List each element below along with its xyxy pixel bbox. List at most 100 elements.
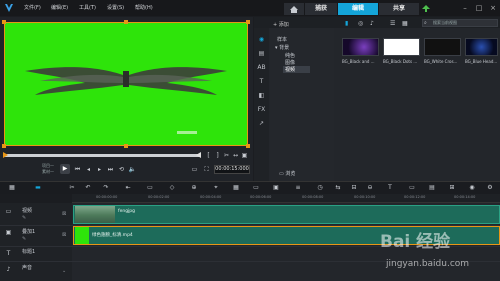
- tree-item-color[interactable]: 纯色: [285, 52, 295, 59]
- resize-handle[interactable]: [124, 20, 128, 24]
- trim-tool-icon[interactable]: ⇤: [124, 184, 132, 192]
- clip-mode-label[interactable]: 素材—: [42, 169, 54, 175]
- pan-zoom-icon[interactable]: ⌖: [212, 184, 220, 192]
- track-collapse-icon[interactable]: ⌄: [62, 268, 66, 274]
- trim-out-icon[interactable]: [196, 152, 201, 158]
- library-thumbnail[interactable]: [342, 38, 379, 56]
- tab-edit[interactable]: 编辑: [338, 3, 378, 15]
- skip-end-icon[interactable]: ⏭: [106, 165, 115, 174]
- menu-settings[interactable]: 设置(S): [107, 4, 124, 11]
- redo-icon[interactable]: ↷: [102, 184, 110, 192]
- video-filter-icon[interactable]: ▮: [345, 20, 353, 27]
- mask-icon[interactable]: ⊕: [190, 184, 198, 192]
- search-input[interactable]: 搜索当前视图: [422, 19, 498, 27]
- step-forward-icon[interactable]: ▸: [95, 165, 104, 174]
- menu-tools[interactable]: 工具(T): [79, 4, 96, 11]
- path-icon[interactable]: ↗: [257, 120, 266, 128]
- add-button[interactable]: + 添加: [273, 21, 289, 28]
- resize-handle[interactable]: [124, 144, 128, 148]
- track-mute-icon[interactable]: ⊠: [62, 211, 66, 217]
- chapter-icon[interactable]: ⇆: [334, 184, 342, 192]
- menu-help[interactable]: 帮助(H): [135, 4, 153, 11]
- minimize-icon[interactable]: –: [460, 3, 470, 13]
- scrubber-bar[interactable]: [3, 154, 201, 157]
- hd-icon[interactable]: ▭: [190, 165, 199, 174]
- timecode-display[interactable]: 00:00:15:000: [214, 165, 250, 174]
- menu-edit[interactable]: 编辑(E): [51, 4, 68, 11]
- resize-handle[interactable]: [2, 144, 6, 148]
- preview-canvas[interactable]: [4, 22, 248, 146]
- tab-capture[interactable]: 捕获: [305, 3, 337, 15]
- speed-icon[interactable]: ◷: [316, 184, 324, 192]
- marker-icon[interactable]: ⊟: [350, 184, 358, 192]
- mark-in-icon[interactable]: [: [204, 151, 213, 160]
- filter-icon[interactable]: FX: [257, 106, 266, 114]
- undo-icon[interactable]: ↶: [84, 184, 92, 192]
- track-edit-icon[interactable]: ✎: [22, 236, 26, 242]
- fit-icon[interactable]: ▣: [240, 151, 249, 160]
- volume-icon[interactable]: 🔈: [128, 165, 137, 174]
- transition-icon[interactable]: AB: [257, 64, 266, 72]
- render-icon[interactable]: ◉: [468, 184, 476, 192]
- split-screen-icon[interactable]: ▦: [232, 184, 240, 192]
- zoom-out-icon[interactable]: ⊖: [366, 184, 374, 192]
- smart-proxy-icon[interactable]: ⊞: [448, 184, 456, 192]
- audio-filter-icon[interactable]: ♪: [370, 20, 378, 27]
- audio-mixer-icon[interactable]: ≡: [294, 184, 302, 192]
- trim-in-icon[interactable]: [3, 152, 8, 158]
- fit-project-icon[interactable]: ▭: [408, 184, 416, 192]
- upload-icon[interactable]: [422, 5, 430, 12]
- zoom-in-icon[interactable]: T: [386, 184, 394, 192]
- image-filter-icon[interactable]: ◎: [358, 20, 366, 27]
- record-icon[interactable]: ▭: [146, 184, 154, 192]
- track-edit-icon[interactable]: ✎: [22, 215, 26, 221]
- tree-item-background-label: 背景: [279, 45, 290, 51]
- graphics-icon[interactable]: ◧: [257, 92, 266, 100]
- tab-share[interactable]: 共享: [379, 3, 419, 15]
- clip-thumbnail: [75, 206, 115, 223]
- media-icon[interactable]: ◉: [257, 36, 266, 44]
- play-button[interactable]: ▶: [60, 164, 70, 174]
- title-track-icon: T: [6, 250, 11, 257]
- watermark-brand: Bai 经验: [380, 232, 451, 252]
- track-mute-icon[interactable]: ⊠: [62, 232, 66, 238]
- mode-selector[interactable]: 项目— 素材—: [42, 163, 54, 175]
- library-thumbnail[interactable]: [465, 38, 498, 56]
- tree-item-image[interactable]: 图像: [285, 59, 295, 66]
- timeline-clip-video[interactable]: fengjpg: [73, 205, 500, 224]
- timeline-ruler[interactable]: [72, 194, 500, 203]
- title-icon[interactable]: T: [257, 78, 266, 86]
- storyboard-view-icon[interactable]: ▦: [8, 184, 16, 192]
- trim-icon[interactable]: ↔: [231, 151, 240, 160]
- close-icon[interactable]: ×: [488, 3, 498, 13]
- fullscreen-icon[interactable]: ⛶: [202, 165, 211, 174]
- instant-project-icon[interactable]: ▤: [257, 50, 266, 58]
- list-view-icon[interactable]: ☰: [390, 20, 398, 27]
- home-button[interactable]: [284, 3, 304, 15]
- resize-handle[interactable]: [246, 144, 250, 148]
- tree-item-background[interactable]: ▾ 背景: [275, 44, 289, 51]
- grid-view-icon[interactable]: ▦: [402, 20, 410, 27]
- track-manager-icon[interactable]: ▤: [428, 184, 436, 192]
- maximize-icon[interactable]: □: [474, 3, 484, 13]
- repeat-icon[interactable]: ⟲: [117, 165, 126, 174]
- tools-icon[interactable]: ✂: [68, 184, 76, 192]
- multicam-icon[interactable]: ▣: [272, 184, 280, 192]
- search-icon: ⌕: [424, 20, 427, 26]
- motion-icon[interactable]: ◇: [168, 184, 176, 192]
- tree-item-video[interactable]: 视频: [285, 66, 295, 73]
- step-back-icon[interactable]: ◂: [84, 165, 93, 174]
- settings-icon[interactable]: ⚙: [486, 184, 494, 192]
- library-thumbnail[interactable]: [383, 38, 420, 56]
- timeline-view-icon[interactable]: ▬: [34, 184, 42, 192]
- tree-item-samples[interactable]: 样本: [277, 36, 287, 43]
- browse-button[interactable]: ▭ 浏览: [279, 170, 295, 177]
- library-thumbnail[interactable]: [424, 38, 461, 56]
- resize-handle[interactable]: [2, 20, 6, 24]
- subtitle-icon[interactable]: ▭: [252, 184, 260, 192]
- split-icon[interactable]: ✂: [222, 151, 231, 160]
- resize-handle[interactable]: [246, 20, 250, 24]
- menu-file[interactable]: 文件(F): [24, 4, 41, 11]
- skip-start-icon[interactable]: ⏮: [73, 165, 82, 174]
- mark-out-icon[interactable]: ]: [213, 151, 222, 160]
